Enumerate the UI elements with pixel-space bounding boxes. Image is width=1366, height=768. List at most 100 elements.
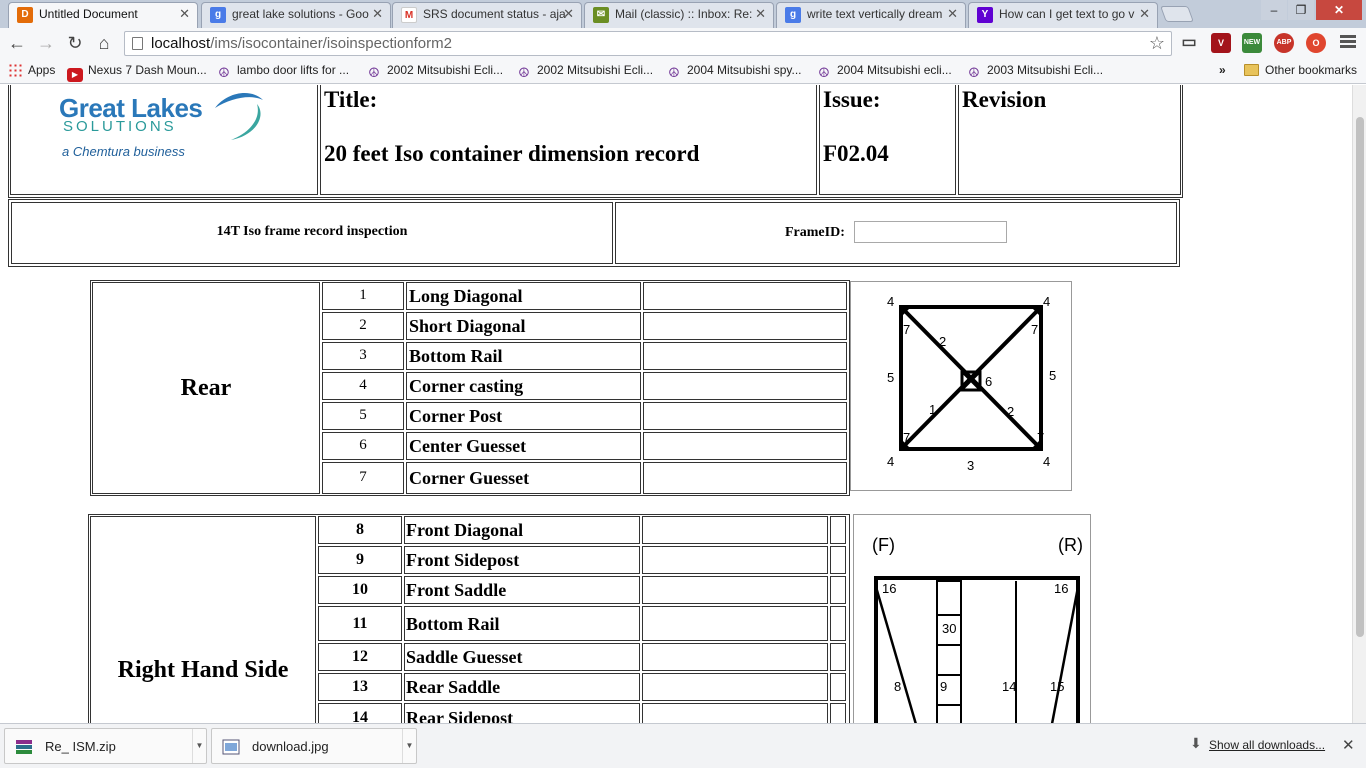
row-value-cell[interactable]	[642, 546, 828, 574]
opera-ext-icon[interactable]: O	[1306, 33, 1326, 53]
bookmark-item[interactable]: ▶ Nexus 7 Dash Moun...	[67, 63, 207, 82]
logo-line-2: SOLUTIONS	[63, 118, 177, 135]
diagram-label: 4	[1043, 454, 1051, 469]
diagram-label: (F)	[872, 535, 895, 555]
logo-cell: Great Lakes SOLUTIONS a Chemtura busines…	[10, 85, 318, 195]
rear-diagram: 447725651277434	[850, 281, 1072, 491]
row-value-cell[interactable]	[642, 673, 828, 701]
other-bookmarks[interactable]: Other bookmarks	[1244, 63, 1357, 77]
row-item-cell: Bottom Rail	[404, 606, 640, 641]
bookmark-item[interactable]: ☮ 2004 Mitsubishi spy...	[666, 63, 801, 80]
minimize-button[interactable]: –	[1261, 0, 1287, 20]
bookmark-item[interactable]: ☮ 2002 Mitsubishi Ecli...	[366, 63, 503, 80]
row-extra-cell	[830, 546, 846, 574]
row-value-cell[interactable]	[642, 576, 828, 604]
bookmark-item[interactable]: ☮ 2003 Mitsubishi Ecli...	[966, 63, 1103, 80]
browser-tab-1[interactable]: D Untitled Document ✕	[8, 2, 198, 28]
row-number-cell: 11	[318, 606, 402, 641]
close-download-bar-icon[interactable]: ✕	[1342, 736, 1355, 754]
diagram-label: 2	[1007, 404, 1015, 419]
diagram-label: 8	[894, 679, 902, 694]
close-tab-icon[interactable]: ✕	[947, 3, 958, 25]
browser-tab-2[interactable]: g great lake solutions - Goo ✕	[201, 2, 391, 28]
diagram-label: 7	[1031, 322, 1039, 337]
bookmark-item[interactable]: ☮ 2002 Mitsubishi Ecli...	[516, 63, 653, 80]
bookmarks-bar: Apps ▶ Nexus 7 Dash Moun... ☮ lambo door l…	[0, 58, 1366, 84]
row-value-cell[interactable]	[643, 432, 847, 460]
row-number: 5	[359, 407, 367, 423]
back-icon[interactable]: ←	[6, 32, 28, 54]
row-item-label: Front Saddle	[406, 580, 507, 600]
browser-tab-5[interactable]: g write text vertically dream ✕	[776, 2, 966, 28]
adblock-icon[interactable]: ABP	[1274, 33, 1294, 53]
row-number: 9	[356, 551, 364, 568]
show-all-downloads-link[interactable]: Show all downloads...	[1209, 738, 1325, 752]
vivaldi-ext-icon[interactable]: V	[1211, 33, 1231, 53]
bookmark-item[interactable]: ☮ 2004 Mitsubishi ecli...	[816, 63, 952, 80]
row-value-cell[interactable]	[643, 372, 847, 400]
browser-tab-6[interactable]: Y How can I get text to go v ✕	[968, 2, 1158, 28]
forward-icon[interactable]: →	[35, 32, 57, 54]
close-tab-icon[interactable]: ✕	[372, 3, 383, 25]
close-tab-icon[interactable]: ✕	[1139, 3, 1150, 25]
address-bar[interactable]: localhost/ims/isocontainer/isoinspection…	[124, 31, 1172, 56]
row-number: 1	[359, 287, 367, 303]
close-tab-icon[interactable]: ✕	[755, 3, 766, 25]
menu-icon[interactable]	[1340, 35, 1356, 50]
home-icon[interactable]: ⌂	[93, 32, 115, 54]
row-item-label: Corner Post	[409, 406, 503, 426]
close-window-button[interactable]: ✕	[1316, 0, 1362, 20]
row-extra-cell	[830, 516, 846, 544]
image-file-icon	[222, 739, 240, 755]
row-value-cell[interactable]	[642, 703, 828, 723]
url-path: /ims/isocontainer/isoinspectionform2	[210, 35, 452, 52]
row-value-cell[interactable]	[642, 606, 828, 641]
browser-tab-3[interactable]: M SRS document status - aja ✕	[392, 2, 582, 28]
diagram-label: 2	[939, 334, 947, 349]
youtube-icon: ▶	[67, 68, 83, 82]
browser-tab-4[interactable]: ✉ Mail (classic) :: Inbox: Re: ✕	[584, 2, 774, 28]
diagram-label: 7	[903, 430, 911, 445]
row-item-cell: Corner Post	[406, 402, 641, 430]
google-icon: g	[785, 7, 801, 23]
row-item-cell: Corner casting	[406, 372, 641, 400]
row-value-cell[interactable]	[643, 342, 847, 370]
row-value-cell[interactable]	[642, 643, 828, 671]
revision-cell: Revision	[958, 85, 1181, 195]
bookmark-item[interactable]: ☮ lambo door lifts for ...	[216, 63, 349, 80]
frameid-input[interactable]	[854, 221, 1007, 243]
chevron-down-icon[interactable]: ▼	[402, 729, 416, 763]
close-tab-icon[interactable]: ✕	[563, 3, 574, 25]
new-ext-icon[interactable]: NEW	[1242, 33, 1262, 53]
row-number-cell: 2	[322, 312, 404, 340]
row-value-cell[interactable]	[643, 402, 847, 430]
row-value-cell[interactable]	[643, 282, 847, 310]
new-tab-button[interactable]	[1160, 6, 1194, 22]
download-item[interactable]: Re_ ISM.zip ▼	[4, 728, 207, 764]
chevron-down-icon[interactable]: ▼	[192, 729, 206, 763]
maximize-button[interactable]: ❐	[1288, 0, 1314, 20]
peace-icon: ☮	[518, 65, 530, 80]
bookmark-star-icon[interactable]: ☆	[1149, 33, 1165, 54]
bookmark-apps[interactable]: Apps	[8, 63, 55, 77]
issue-label: Issue:	[823, 87, 881, 112]
row-value-cell[interactable]	[642, 516, 828, 544]
peace-icon: ☮	[218, 65, 230, 80]
close-tab-icon[interactable]: ✕	[179, 3, 190, 25]
reload-icon[interactable]: ↻	[64, 32, 86, 54]
row-item-cell: Long Diagonal	[406, 282, 641, 310]
inspection-title-cell: 14T Iso frame record inspection	[11, 202, 613, 264]
row-extra-cell	[830, 643, 846, 671]
cast-icon[interactable]: ▭	[1179, 33, 1199, 53]
scrollbar-thumb[interactable]	[1356, 117, 1364, 637]
row-value-cell[interactable]	[643, 462, 847, 494]
page-scrollbar[interactable]	[1352, 85, 1366, 723]
row-number-cell: 8	[318, 516, 402, 544]
bookmarks-overflow[interactable]: »	[1219, 63, 1226, 77]
diagram-label: 4	[887, 454, 895, 469]
row-item-cell: Saddle Guesset	[404, 643, 640, 671]
row-value-cell[interactable]	[643, 312, 847, 340]
download-item[interactable]: download.jpg ▼	[211, 728, 417, 764]
diagram-label: 6	[985, 374, 993, 389]
row-number: 7	[359, 469, 367, 485]
